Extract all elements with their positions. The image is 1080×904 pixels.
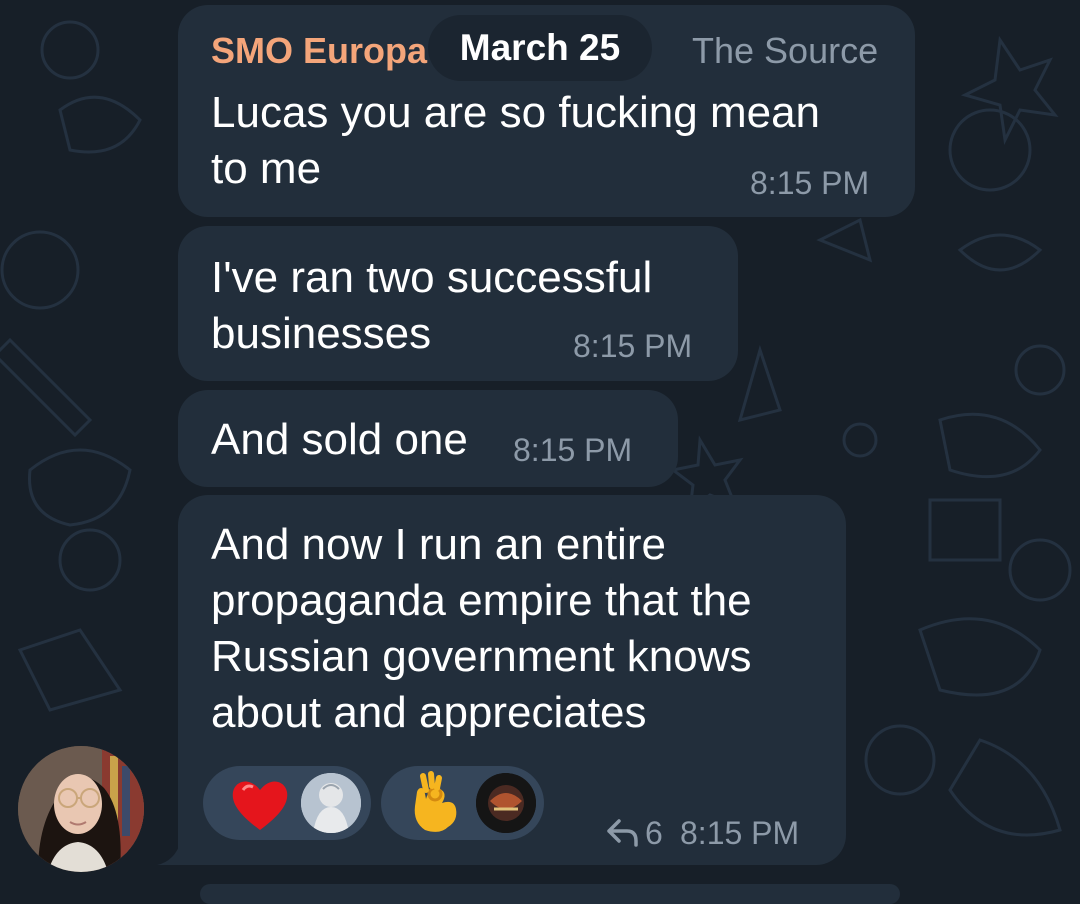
ok-hand-icon [414,771,457,832]
message-text: Lucas you are so fucking mean to me [211,88,821,193]
message-bubble[interactable]: I've ran two successful businesses 8:15 … [178,226,738,381]
date-separator[interactable]: March 25 [428,15,652,81]
message-time: 8:15 PM [573,328,693,364]
forward-count: 6 [645,815,663,851]
reaction-ok-hand[interactable] [381,766,544,840]
message-time: 8:15 PM [680,815,800,851]
sender-avatar[interactable] [18,746,144,872]
next-message-bubble-edge [200,884,900,904]
message-text: And now I run an entire propaganda empir… [211,520,752,737]
message-bubble[interactable]: And now I run an entire propaganda empir… [178,495,846,865]
reaction-heart[interactable] [203,766,371,840]
message-time: 8:15 PM [750,165,870,201]
dark-artwork-avatar[interactable] [476,773,536,833]
statue-avatar[interactable] [301,773,361,833]
message-time: 8:15 PM [513,432,633,468]
bubble-tail [157,841,187,865]
admin-title: The Source [692,30,879,71]
message-bubble[interactable]: And sold one 8:15 PM [178,390,678,487]
sender-name[interactable]: SMO Europa [211,30,427,72]
reply-arrow-icon [607,819,638,847]
red-heart-icon [232,781,288,830]
message-text: And sold one [211,415,468,464]
